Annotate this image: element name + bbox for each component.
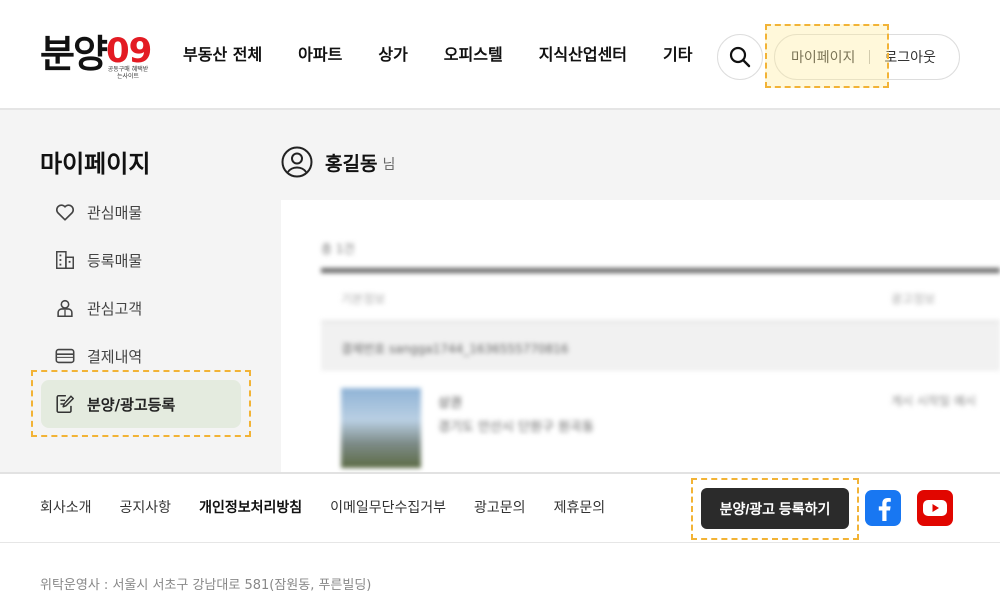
search-icon bbox=[729, 46, 751, 68]
nav-apartment[interactable]: 아파트 bbox=[298, 44, 342, 66]
sidebar-item-payments[interactable]: 결제내역 bbox=[41, 332, 241, 380]
edit-icon bbox=[53, 392, 77, 416]
footer-link-notice[interactable]: 공지사항 bbox=[120, 498, 172, 518]
footer-link-email-policy[interactable]: 이메일무단수집거부 bbox=[330, 498, 446, 518]
table-top-bar bbox=[321, 268, 1000, 273]
user-menu-divider bbox=[869, 50, 871, 64]
column-header-info: 기본정보 bbox=[341, 292, 386, 306]
sidebar-item-label: 관심매물 bbox=[87, 203, 143, 222]
logout-link[interactable]: 로그아웃 bbox=[884, 47, 936, 67]
footer-links: 회사소개 공지사항 개인정보처리방침 이메일무단수집거부 광고문의 제휴문의 bbox=[40, 498, 633, 518]
logo-tagline: 공동구매 혜택받는사이트 bbox=[107, 66, 149, 80]
site-header: 분양 09 공동구매 혜택받는사이트 부동산 전체 아파트 상가 오피스텔 지식… bbox=[0, 0, 1000, 110]
user-icon bbox=[53, 296, 77, 320]
footer-link-company[interactable]: 회사소개 bbox=[40, 498, 92, 518]
profile-avatar-icon bbox=[281, 146, 313, 178]
result-count: 총 1건 bbox=[321, 242, 355, 256]
search-button[interactable] bbox=[717, 34, 763, 80]
register-ad-button[interactable]: 분양/광고 등록하기 bbox=[701, 488, 849, 529]
mypage-link[interactable]: 마이페이지 bbox=[791, 47, 855, 67]
sidebar-item-favorites[interactable]: 관심매물 bbox=[41, 188, 241, 236]
nav-store[interactable]: 상가 bbox=[378, 44, 407, 66]
card-icon bbox=[53, 344, 77, 368]
content-panel: 총 1건 기본정보 광고정보 결제번호 sangga1744_163655577… bbox=[281, 200, 1000, 472]
footer-link-ad-inquiry[interactable]: 광고문의 bbox=[474, 498, 526, 518]
main-nav: 부동산 전체 아파트 상가 오피스텔 지식산업센터 기타 bbox=[183, 44, 728, 66]
listing-ad-info: 게시 시작일 예시 bbox=[891, 394, 976, 408]
sidebar-item-label: 결제내역 bbox=[87, 347, 143, 366]
sidebar-item-registered[interactable]: 등록매물 bbox=[41, 236, 241, 284]
nav-knowledge-center[interactable]: 지식산업센터 bbox=[539, 44, 627, 66]
sidebar-item-customers[interactable]: 관심고객 bbox=[41, 284, 241, 332]
profile-header: 홍길동 님 bbox=[281, 146, 395, 178]
nav-all-realestate[interactable]: 부동산 전체 bbox=[183, 44, 262, 66]
site-logo[interactable]: 분양 09 공동구매 혜택받는사이트 bbox=[40, 28, 152, 84]
logo-main-text: 분양 bbox=[40, 32, 108, 76]
sidebar-title: 마이페이지 bbox=[40, 150, 151, 178]
nav-officetel[interactable]: 오피스텔 bbox=[444, 44, 503, 66]
building-icon bbox=[53, 248, 77, 272]
profile-suffix: 님 bbox=[382, 157, 396, 173]
listing-address: 경기도 안산시 단원구 원곡동 bbox=[438, 420, 594, 435]
user-menu: 마이페이지 로그아웃 bbox=[774, 34, 960, 80]
sidebar-item-label: 분양/광고등록 bbox=[87, 395, 176, 414]
heart-icon bbox=[53, 200, 77, 224]
site-footer: 회사소개 공지사항 개인정보처리방침 이메일무단수집거부 광고문의 제휴문의 분… bbox=[0, 472, 1000, 600]
main-area: 마이페이지 관심매물 등록매물 관심고객 결제내역 분양/광고등록 홍길동 님 … bbox=[0, 110, 1000, 472]
youtube-icon bbox=[923, 500, 947, 516]
profile-name: 홍길동 bbox=[325, 152, 378, 175]
nav-etc[interactable]: 기타 bbox=[663, 44, 692, 66]
sidebar-item-ad-register[interactable]: 분양/광고등록 bbox=[41, 380, 241, 428]
footer-link-partnership[interactable]: 제휴문의 bbox=[554, 498, 606, 518]
sidebar-item-label: 등록매물 bbox=[87, 251, 143, 270]
company-address: 위탁운영사 : 서울시 서초구 강남대로 581(잠원동, 푸른빌딩) bbox=[40, 578, 372, 593]
sidebar-item-label: 관심고객 bbox=[87, 299, 143, 318]
facebook-link[interactable] bbox=[865, 490, 901, 526]
payment-id: 결제번호 sangga1744_1636555770816 bbox=[341, 342, 569, 356]
facebook-icon bbox=[878, 498, 891, 521]
youtube-link[interactable] bbox=[917, 490, 953, 526]
footer-divider bbox=[0, 542, 1000, 543]
footer-link-privacy[interactable]: 개인정보처리방침 bbox=[199, 498, 302, 518]
column-header-ad: 광고정보 bbox=[891, 292, 936, 306]
listing-thumbnail[interactable] bbox=[341, 388, 421, 468]
listing-type: 상권 bbox=[438, 396, 462, 411]
